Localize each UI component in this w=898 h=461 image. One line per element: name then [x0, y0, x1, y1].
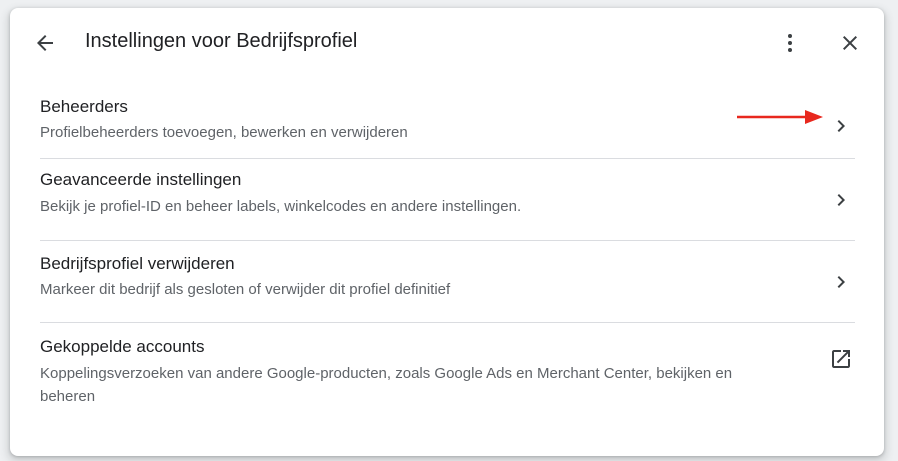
- arrow-back-icon: [37, 35, 53, 51]
- item-description: Profielbeheerders toevoegen, bewerken en…: [40, 124, 408, 141]
- settings-dialog: Instellingen voor Bedrijfsprofiel Beheer…: [10, 8, 884, 456]
- item-title: Gekoppelde accounts: [40, 337, 205, 356]
- list-item-bedrijfsprofiel-verwijderen[interactable]: Bedrijfsprofiel verwijderen Markeer dit …: [40, 241, 855, 323]
- more-vert-icon: [788, 34, 792, 52]
- settings-list: Beheerders Profielbeheerders toevoegen, …: [40, 86, 855, 419]
- dialog-title: Instellingen voor Bedrijfsprofiel: [85, 30, 358, 52]
- chevron-right-button[interactable]: [827, 268, 855, 296]
- chevron-right-icon: [837, 120, 845, 132]
- red-arrow-annotation-icon: [737, 110, 823, 124]
- chevron-right-icon: [837, 194, 845, 206]
- open-in-new-button[interactable]: [827, 345, 855, 373]
- back-button[interactable]: [25, 23, 65, 63]
- list-item-beheerders[interactable]: Beheerders Profielbeheerders toevoegen, …: [40, 86, 855, 159]
- item-description: Koppelingsverzoeken van andere Google-pr…: [40, 365, 733, 405]
- open-in-new-icon: [832, 350, 850, 368]
- item-title: Geavanceerde instellingen: [40, 170, 242, 189]
- close-button[interactable]: [830, 23, 870, 63]
- list-item-gekoppelde-accounts[interactable]: Gekoppelde accounts Koppelingsverzoeken …: [40, 323, 855, 419]
- close-icon: [843, 36, 857, 50]
- dialog-header: Instellingen voor Bedrijfsprofiel: [10, 8, 884, 80]
- item-title: Beheerders: [40, 97, 128, 116]
- more-options-button[interactable]: [770, 23, 810, 63]
- item-description: Bekijk je profiel-ID en beheer labels, w…: [40, 198, 522, 215]
- item-description: Markeer dit bedrijf als gesloten of verw…: [40, 281, 451, 298]
- chevron-right-icon: [837, 276, 845, 288]
- item-title: Bedrijfsprofiel verwijderen: [40, 254, 235, 273]
- chevron-right-button[interactable]: [827, 186, 855, 214]
- list-item-geavanceerde-instellingen[interactable]: Geavanceerde instellingen Bekijk je prof…: [40, 159, 855, 241]
- chevron-right-button[interactable]: [827, 112, 855, 140]
